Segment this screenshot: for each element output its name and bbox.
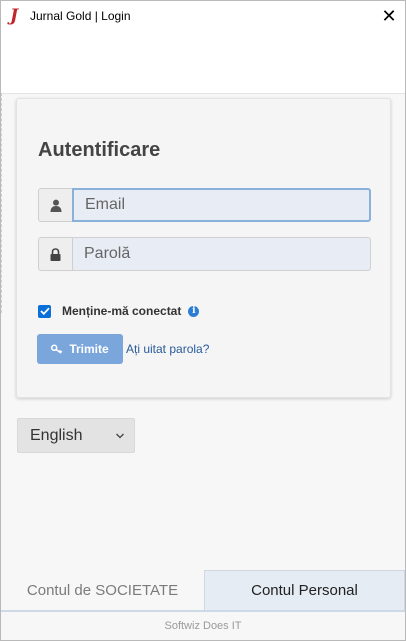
window-title: Jurnal Gold | Login — [30, 9, 131, 23]
language-value: English — [30, 426, 83, 444]
close-button[interactable]: ✕ — [373, 1, 405, 31]
tab-personal-account[interactable]: Contul Personal — [204, 570, 405, 611]
account-tabs: Contul de SOCIETATE Contul Personal — [1, 570, 405, 611]
remember-checkbox[interactable] — [38, 304, 51, 318]
password-input-group — [38, 237, 371, 271]
login-heading: Autentificare — [38, 139, 161, 161]
tab-company-account[interactable]: Contul de SOCIETATE — [1, 570, 204, 611]
login-window: J Jurnal Gold | Login ✕ Autentificare Em… — [0, 0, 406, 641]
login-card: Autentificare Email Menține-mă conectat … — [16, 98, 391, 398]
divider — [1, 93, 3, 313]
chevron-down-icon — [116, 433, 124, 439]
info-icon[interactable]: i — [188, 305, 200, 317]
title-bar: J Jurnal Gold | Login ✕ — [1, 1, 405, 33]
email-field[interactable] — [72, 188, 371, 222]
remember-me: Menține-mă conectat i — [38, 303, 200, 319]
key-icon — [51, 344, 63, 354]
user-icon — [38, 188, 73, 222]
forgot-password-link[interactable]: Ați uitat parola? — [126, 342, 209, 356]
jurnal-logo-icon: J — [10, 6, 19, 26]
checkmark-icon — [39, 307, 50, 315]
lock-icon — [38, 237, 73, 271]
submit-label: Trimite — [69, 342, 109, 356]
remember-label: Menține-mă conectat — [62, 304, 182, 318]
email-input-group — [38, 188, 371, 222]
password-field[interactable] — [72, 237, 371, 271]
language-select[interactable]: English — [17, 418, 135, 453]
submit-button[interactable]: Trimite — [37, 334, 123, 364]
tab-underline — [1, 610, 405, 612]
footer-text: Softwiz Does IT — [164, 620, 242, 632]
